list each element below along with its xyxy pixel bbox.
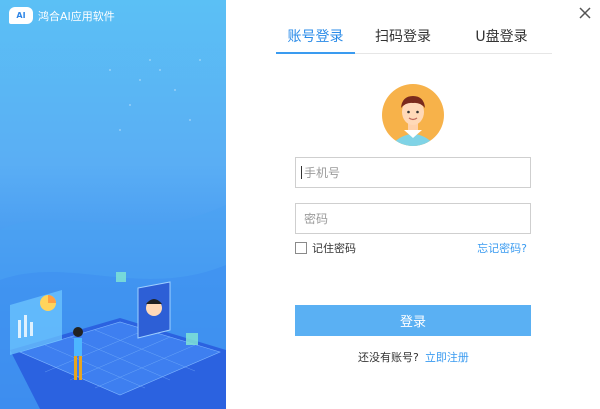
remember-checkbox[interactable] bbox=[295, 242, 307, 254]
user-avatar-icon bbox=[382, 84, 444, 146]
phone-input[interactable] bbox=[295, 157, 531, 188]
register-row: 还没有账号? 立即注册 bbox=[358, 349, 469, 365]
tab-qr-login[interactable]: 扫码登录 bbox=[355, 26, 451, 52]
remember-label: 记住密码 bbox=[312, 242, 356, 255]
login-tabs: 账号登录 扫码登录 U盘登录 bbox=[276, 26, 552, 54]
remember-password[interactable]: 记住密码 bbox=[295, 240, 356, 256]
brand-logo-icon: AI bbox=[9, 7, 33, 24]
hero-panel: AI 鸿合AI应用软件 bbox=[0, 0, 226, 409]
close-button[interactable] bbox=[576, 4, 594, 22]
app-title: 鸿合AI应用软件 bbox=[38, 9, 115, 23]
register-link[interactable]: 立即注册 bbox=[425, 349, 469, 365]
brand: AI 鸿合AI应用软件 bbox=[9, 7, 115, 24]
register-prompt: 还没有账号? bbox=[358, 351, 419, 364]
password-input[interactable] bbox=[295, 203, 531, 234]
forgot-password-link[interactable]: 忘记密码? bbox=[477, 240, 527, 256]
tab-usb-login[interactable]: U盘登录 bbox=[451, 26, 552, 52]
active-tab-indicator bbox=[276, 52, 355, 54]
tab-account-login[interactable]: 账号登录 bbox=[276, 26, 355, 52]
text-caret bbox=[301, 166, 302, 179]
login-button[interactable]: 登录 bbox=[295, 305, 531, 336]
hero-illustration bbox=[0, 59, 226, 409]
close-icon bbox=[579, 7, 591, 19]
